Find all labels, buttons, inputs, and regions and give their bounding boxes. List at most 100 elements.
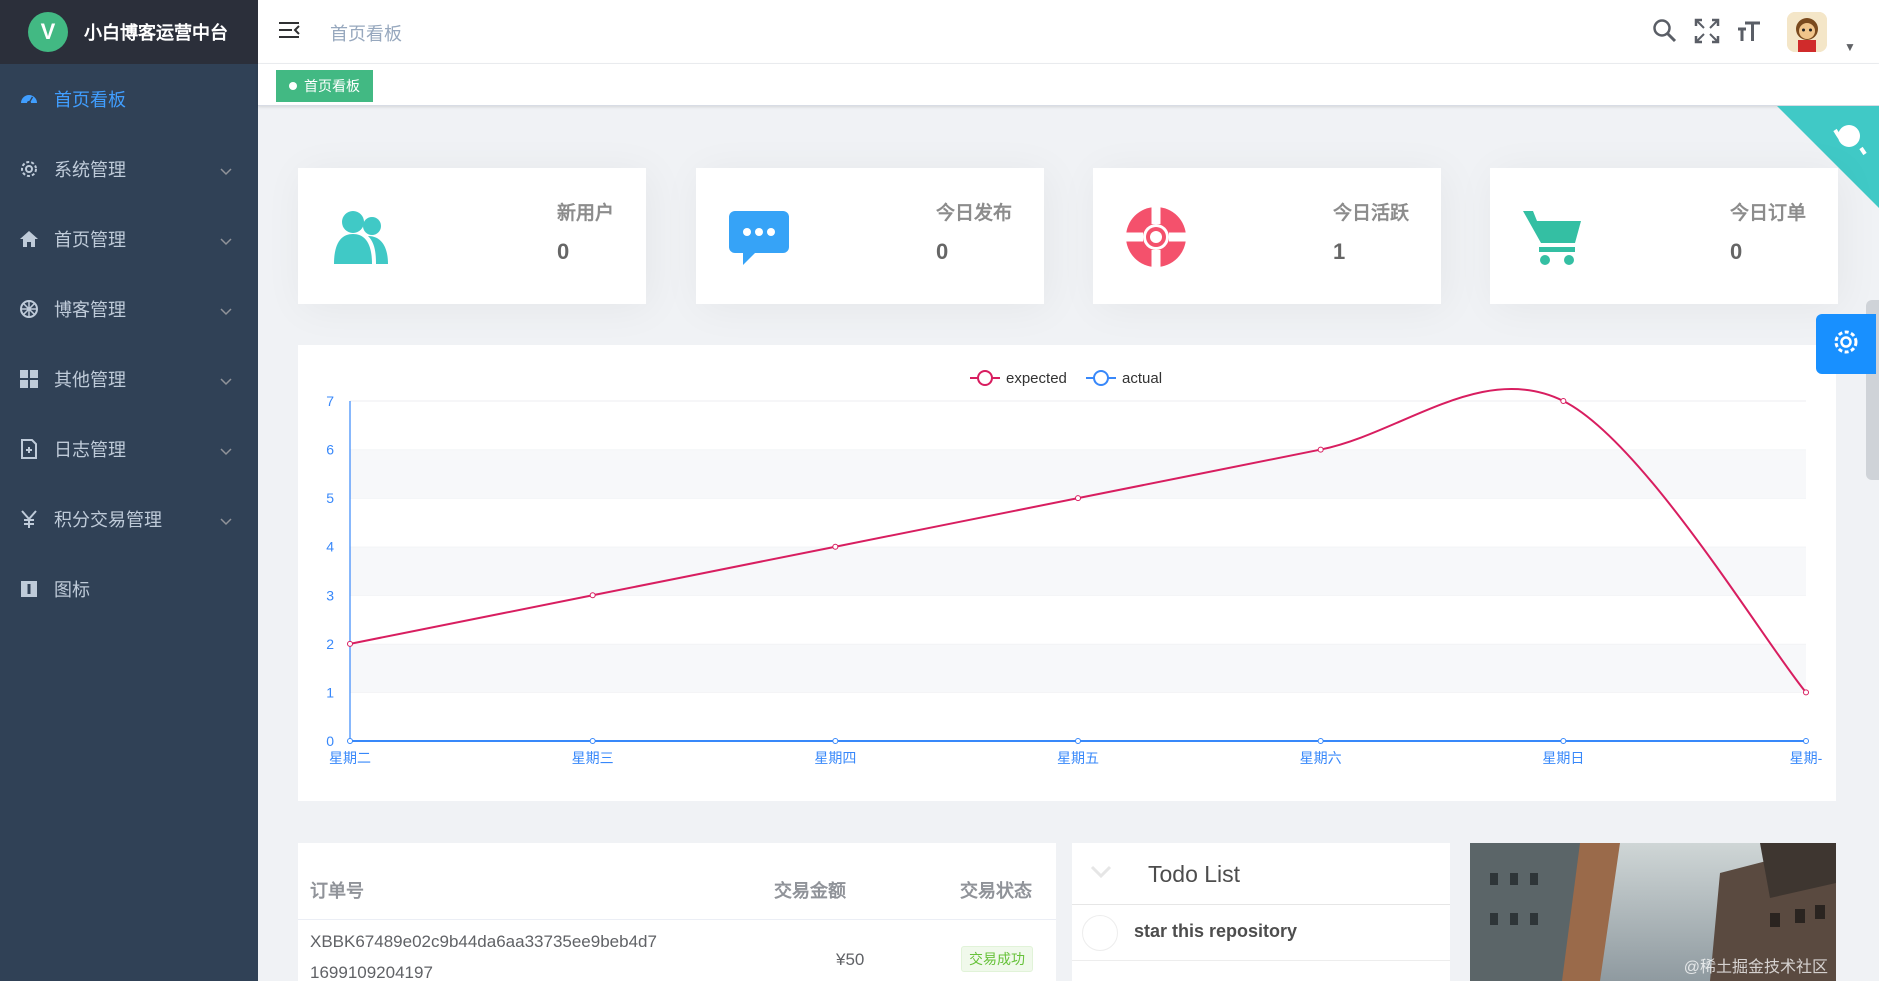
sidebar-item-label: 日志管理: [54, 440, 126, 460]
column-header-amount: 交易金额: [774, 881, 846, 901]
table-row[interactable]: XBBK67489e02c9b44da6aa33735ee9beb4d7 169…: [298, 920, 1056, 981]
grid-band: [350, 498, 1806, 547]
lifebuoy-icon: [1121, 202, 1191, 272]
city-photo: @稀土掘金技术社区: [1470, 843, 1836, 981]
stat-label: 今日订单: [1729, 203, 1806, 224]
grid-icon: [18, 368, 40, 390]
y-tick-label: 4: [326, 539, 334, 555]
sidebar-item-home[interactable]: 首页管理: [0, 204, 258, 274]
stat-desc: 今日发布 0: [936, 198, 1012, 265]
tags-view: 首页看板: [258, 64, 1879, 106]
avatar[interactable]: [1787, 12, 1827, 52]
x-tick-label: 星期五: [1057, 750, 1099, 766]
data-point-expected: [832, 543, 839, 550]
hamburger-menu-icon[interactable]: [278, 20, 300, 45]
grid-band: [350, 643, 1806, 693]
sidebar-item-points-trade[interactable]: 积分交易管理: [0, 484, 258, 554]
settings-button[interactable]: [1816, 314, 1876, 374]
sidebar-item-label: 其他管理: [54, 370, 126, 390]
stat-label: 今日活跃: [1332, 203, 1409, 224]
message-icon: [724, 202, 794, 272]
data-point-actual: [832, 738, 839, 744]
stat-card-active-today[interactable]: 今日活跃 1: [1093, 168, 1441, 304]
data-point-expected: [347, 640, 353, 647]
tag-dot: [289, 82, 297, 90]
main-content: 新用户 0 今日发布 0 今日活跃 1 今日订单 0 0 1 2 3 4 5 6…: [258, 106, 1879, 981]
data-point-actual: [589, 738, 596, 744]
stat-value: 0: [556, 239, 570, 264]
dashboard-icon: [18, 88, 40, 110]
x-tick-label: 星期四: [814, 750, 856, 766]
sidebar-item-log[interactable]: 日志管理: [0, 414, 258, 484]
navbar: 首页看板 ▼: [258, 0, 1879, 64]
app-title: 小白博客运营中台: [84, 23, 228, 43]
wheel-icon: [18, 298, 40, 320]
stat-value: 0: [935, 239, 949, 264]
sidebar-item-label: 积分交易管理: [54, 510, 162, 530]
stat-desc: 今日活跃 1: [1333, 198, 1409, 265]
grid-band: [350, 546, 1806, 596]
sidebar-item-system[interactable]: 系统管理: [0, 134, 258, 204]
stat-card-orders-today[interactable]: 今日订单 0: [1490, 168, 1838, 304]
chevron-down-icon: [220, 370, 232, 391]
x-tick-label: 星期二: [329, 750, 371, 766]
font-size-icon[interactable]: [1736, 18, 1762, 49]
log-file-icon: [18, 438, 40, 460]
stat-value: 1: [1332, 239, 1346, 264]
logo[interactable]: V 小白博客运营中台: [0, 0, 258, 64]
legend-marker-actual: [1093, 370, 1109, 386]
legend-marker-expected: [977, 370, 993, 386]
sidebar-item-label: 系统管理: [54, 160, 126, 180]
todo-list: Todo List star this repository: [1072, 843, 1450, 981]
sidebar-item-dashboard[interactable]: 首页看板: [0, 64, 258, 134]
y-tick-label: 7: [326, 393, 334, 409]
order-no-line1: XBBK67489e02c9b44da6aa33735ee9beb4d7: [310, 932, 657, 951]
y-tick-label: 5: [326, 490, 334, 506]
search-icon[interactable]: [1652, 18, 1678, 49]
order-table: 订单号 交易金额 交易状态 XBBK67489e02c9b44da6aa3373…: [298, 843, 1056, 981]
gear-icon: [1831, 327, 1861, 362]
data-point-expected: [1560, 398, 1567, 404]
order-amount: ¥50: [836, 950, 865, 969]
stat-card-published-today[interactable]: 今日发布 0: [696, 168, 1044, 304]
x-tick-label: 星期-: [1790, 750, 1823, 766]
legend-label-expected: expected: [1006, 370, 1067, 387]
tag-label: 首页看板: [304, 78, 360, 94]
todo-checkbox[interactable]: [1082, 915, 1118, 951]
y-tick-label: 6: [326, 442, 334, 458]
y-tick-label: 1: [326, 684, 334, 700]
chevron-down-icon: [220, 230, 232, 251]
data-point-expected: [1317, 446, 1324, 453]
stat-card-new-users[interactable]: 新用户 0: [298, 168, 646, 304]
status-badge: 交易成功: [961, 946, 1033, 972]
sidebar-item-label: 博客管理: [54, 300, 126, 320]
data-point-expected: [1075, 495, 1081, 502]
chevron-down-icon: [220, 510, 232, 531]
sidebar: V 小白博客运营中台 首页看板 系统管理 首页管理 博客管理 其他管理 日志管理…: [0, 0, 258, 981]
sidebar-item-other[interactable]: 其他管理: [0, 344, 258, 414]
legend-label-actual: actual: [1122, 370, 1162, 387]
todo-header: Todo List: [1072, 843, 1450, 905]
tag-dashboard[interactable]: 首页看板: [276, 70, 373, 102]
todo-item[interactable]: star this repository: [1072, 905, 1450, 961]
grid-band: [350, 595, 1806, 644]
caret-down-icon[interactable]: ▼: [1844, 40, 1856, 54]
sidebar-item-icons[interactable]: 图标: [0, 554, 258, 624]
column-header-order-no: 订单号: [310, 881, 364, 901]
fullscreen-icon[interactable]: [1694, 18, 1720, 49]
data-point-actual: [1317, 738, 1324, 744]
data-point-actual: [1075, 738, 1081, 744]
table-header: 订单号 交易金额 交易状态: [298, 843, 1056, 920]
toggle-all-icon[interactable]: [1090, 865, 1112, 884]
grid-band: [350, 401, 1806, 450]
y-tick-label: 3: [326, 587, 334, 603]
icon-icon: [18, 578, 40, 600]
x-tick-label: 星期三: [572, 750, 614, 766]
data-point-actual: [1560, 738, 1567, 744]
order-no-line2: 1699109204197: [310, 963, 433, 981]
chevron-down-icon: [220, 160, 232, 181]
sidebar-item-blog[interactable]: 博客管理: [0, 274, 258, 344]
stat-value: 0: [1729, 239, 1743, 264]
x-tick-label: 星期六: [1300, 750, 1342, 766]
y-tick-label: 2: [326, 636, 334, 652]
